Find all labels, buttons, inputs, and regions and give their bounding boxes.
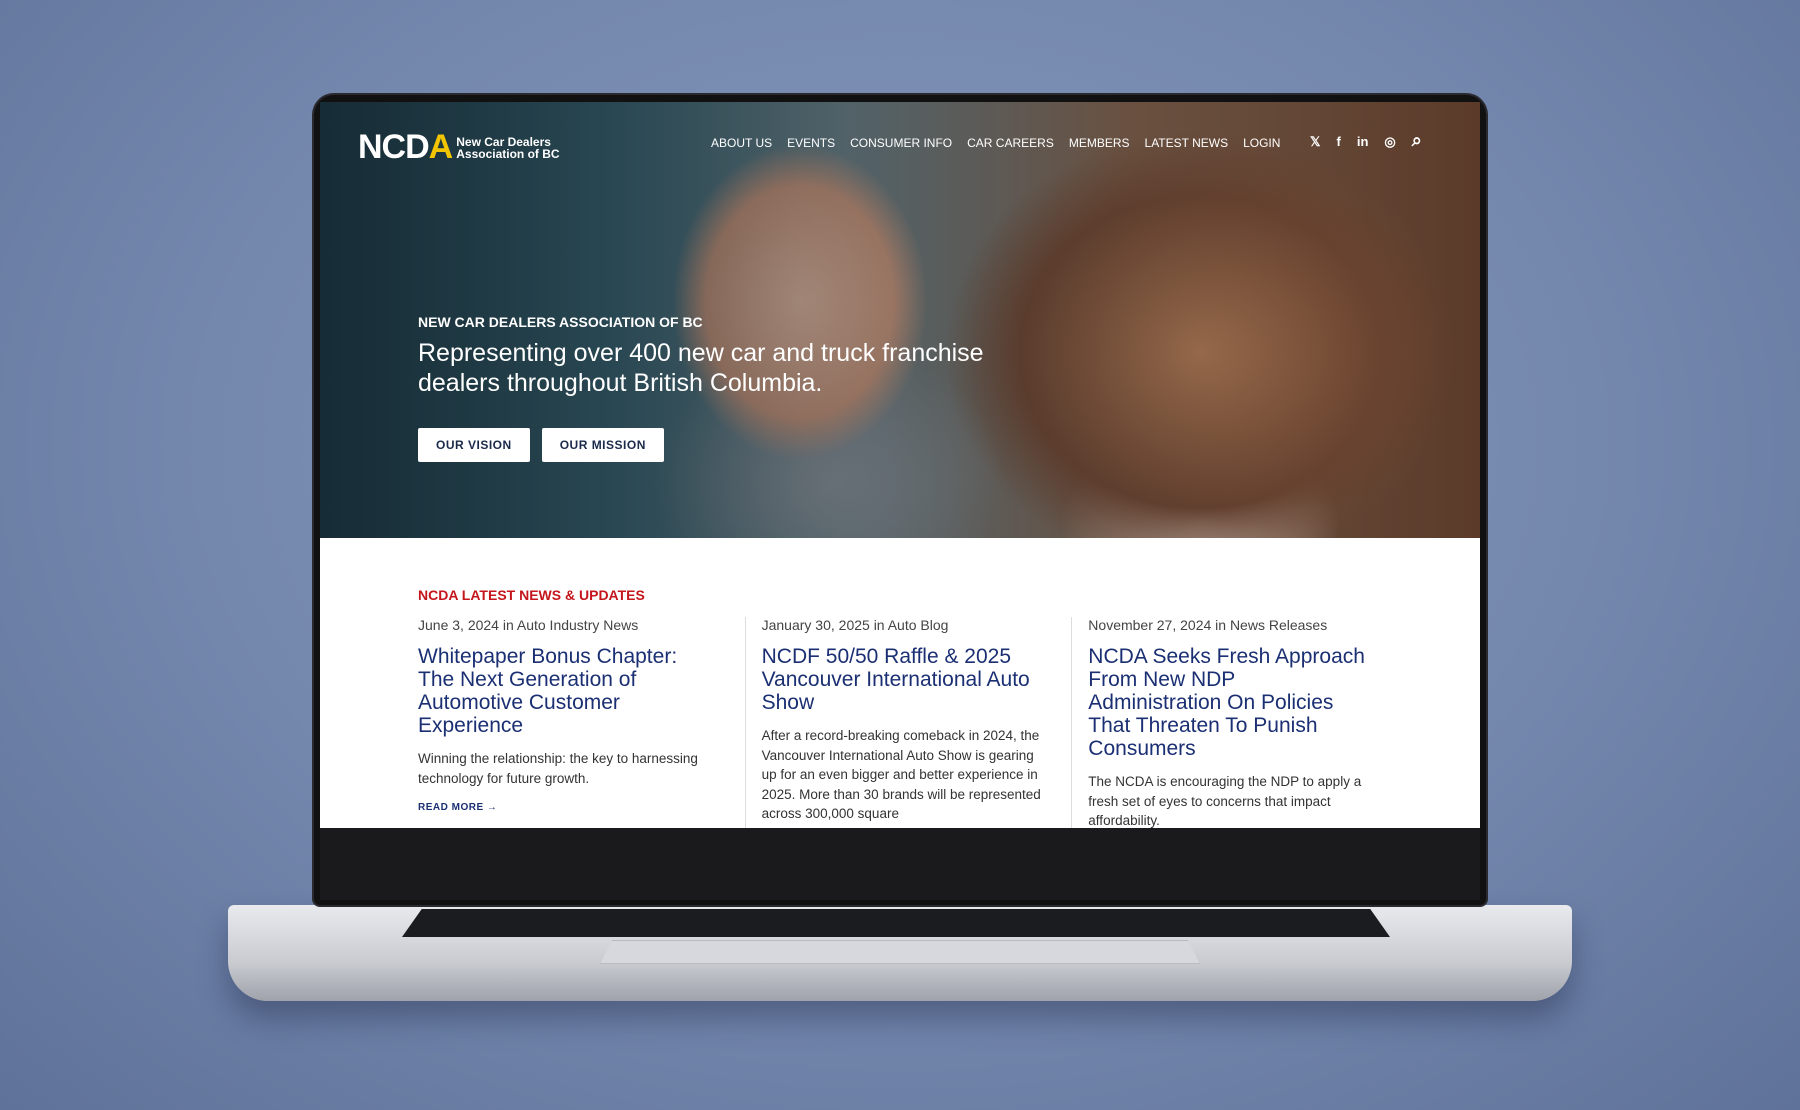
ncda-logo[interactable]: NCDA New Car Dealers Association of BC [358, 128, 560, 167]
article-excerpt: After a record-breaking comeback in 2024… [761, 728, 1041, 821]
logo-line1: New Car Dealers [456, 134, 551, 149]
article-meta: November 27, 2024 in News Releases [1088, 617, 1328, 633]
logo-mark-text: NCDA [358, 128, 453, 166]
x-icon[interactable]: 𝕏 [1310, 134, 1320, 151]
nav-login[interactable]: LOGIN [1243, 136, 1280, 150]
news-article: June 3, 2024 in Auto Industry News White… [418, 617, 745, 828]
news-article: November 27, 2024 in News Releases NCDA … [1071, 617, 1398, 828]
nav-consumer-info[interactable]: CONSUMER INFO [850, 136, 952, 150]
article-excerpt: Winning the relationship: the key to har… [418, 751, 698, 786]
facebook-icon[interactable]: f [1336, 134, 1340, 151]
hero-eyebrow: NEW CAR DEALERS ASSOCIATION OF BC [418, 314, 703, 330]
instagram-icon[interactable]: ◎ [1384, 134, 1395, 151]
article-title[interactable]: NCDF 50/50 Raffle & 2025 Vancouver Inter… [762, 645, 1044, 714]
article-title[interactable]: Whitepaper Bonus Chapter: The Next Gener… [418, 645, 717, 737]
hero-headline: Representing over 400 new car and truck … [418, 339, 984, 397]
article-meta: June 3, 2024 in Auto Industry News [418, 617, 639, 633]
laptop-screen: NCDA New Car Dealers Association of BC AB… [320, 102, 1480, 828]
logo-text: New Car Dealers Association of BC [456, 136, 559, 160]
news-section-label: NCDA LATEST NEWS & UPDATES [418, 587, 645, 603]
hero-banner: NCDA New Car Dealers Association of BC AB… [320, 102, 1480, 538]
our-vision-button[interactable]: OUR VISION [418, 428, 530, 462]
laptop-keyboard [402, 909, 1390, 937]
linkedin-icon[interactable]: in [1357, 134, 1369, 151]
our-mission-button[interactable]: OUR MISSION [541, 428, 664, 462]
read-more-link[interactable]: READ MORE → [418, 802, 717, 813]
nav-car-careers[interactable]: CAR CAREERS [967, 136, 1054, 150]
logo-line2: Association of BC [456, 146, 560, 161]
screen-bottom-bezel [320, 828, 1480, 900]
nav-latest-news[interactable]: LATEST NEWS [1145, 136, 1229, 150]
nav-about-us[interactable]: ABOUT US [711, 136, 772, 150]
logo-mark: NCDA [358, 128, 453, 167]
laptop-trackpad [600, 940, 1200, 964]
news-section: NCDA LATEST NEWS & UPDATES June 3, 2024 … [418, 587, 1398, 828]
nav-events[interactable]: EVENTS [787, 136, 835, 150]
nav-members[interactable]: MEMBERS [1069, 136, 1130, 150]
social-links: 𝕏 f in ◎ ⌕ [1310, 130, 1422, 151]
hero-content: NEW CAR DEALERS ASSOCIATION OF BC Repres… [418, 314, 1038, 462]
article-excerpt: The NCDA is encouraging the NDP to apply… [1088, 774, 1362, 828]
article-title[interactable]: NCDA Seeks Fresh Approach From New NDP A… [1088, 645, 1370, 760]
main-menu: ABOUT US EVENTS CONSUMER INFO CAR CAREER… [711, 136, 1280, 150]
search-icon[interactable]: ⌕ [1412, 130, 1422, 151]
top-nav: NCDA New Car Dealers Association of BC AB… [320, 102, 1480, 182]
news-article: January 30, 2025 in Auto Blog NCDF 50/50… [744, 617, 1072, 828]
article-meta: January 30, 2025 in Auto Blog [761, 617, 949, 633]
